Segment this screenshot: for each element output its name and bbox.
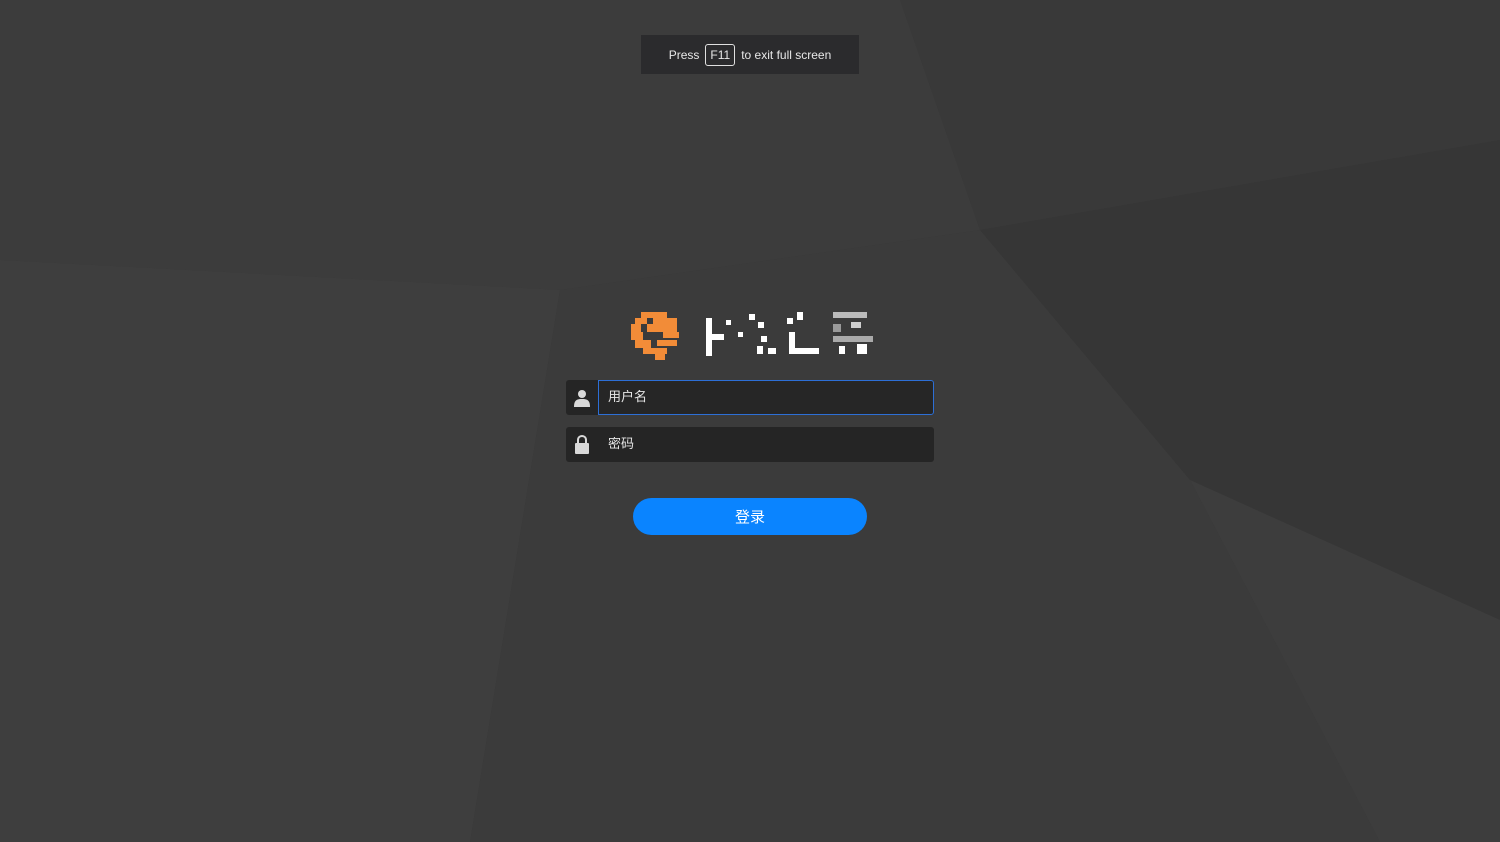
username-input-wrapper — [598, 380, 934, 415]
background-pattern — [0, 0, 1500, 842]
fullscreen-notice: Press F11 to exit full screen — [641, 35, 859, 74]
fullscreen-notice-suffix: to exit full screen — [741, 47, 832, 62]
brand-wordmark — [706, 312, 873, 356]
username-field[interactable] — [566, 380, 934, 415]
password-input[interactable] — [608, 437, 933, 452]
login-button[interactable]: 登录 — [633, 498, 867, 535]
fullscreen-notice-prefix: Press — [668, 47, 700, 62]
username-input[interactable] — [608, 390, 933, 405]
f11-key-badge: F11 — [705, 43, 736, 66]
brand-logo — [631, 312, 873, 360]
brand-logo-icon — [631, 312, 679, 360]
lock-icon — [566, 427, 598, 462]
password-input-wrapper — [598, 427, 934, 462]
user-icon — [566, 380, 598, 415]
password-field[interactable] — [566, 427, 934, 462]
